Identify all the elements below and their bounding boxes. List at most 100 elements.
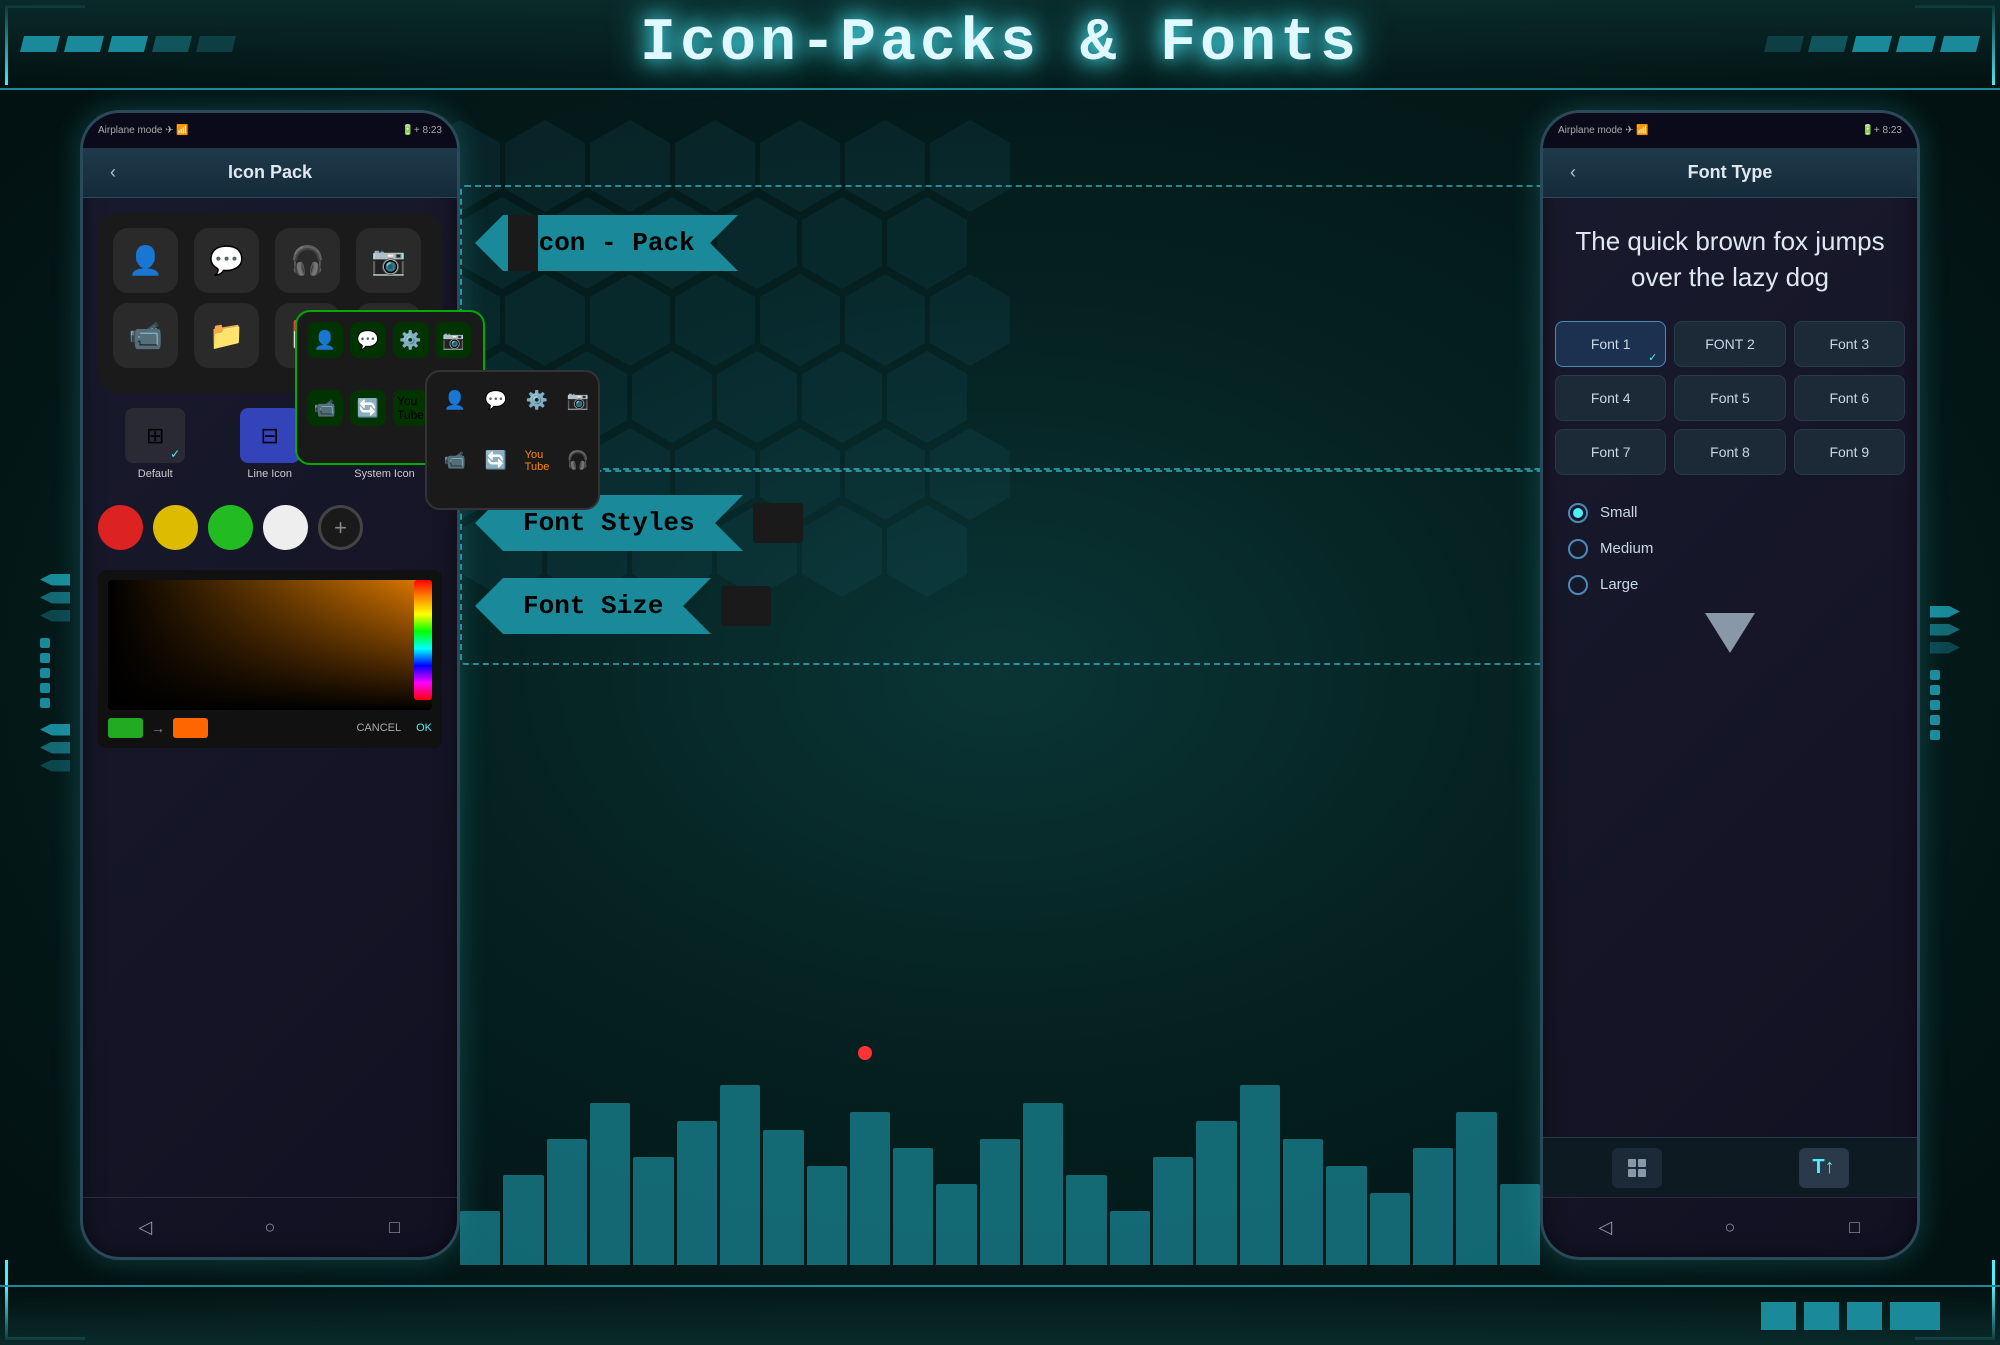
- font-btn-2[interactable]: FONT 2: [1674, 321, 1785, 367]
- eq-bar-19: [1240, 1085, 1280, 1265]
- icon-type-line-box: ⊟: [240, 408, 300, 463]
- icon-cell-video[interactable]: 📹: [113, 303, 178, 368]
- status-right-phone-left: Airplane mode ✈ 📶: [1558, 125, 1649, 136]
- default-label: Default: [138, 468, 173, 480]
- icon-cell-camera[interactable]: 📷: [356, 228, 421, 293]
- font-btn-5[interactable]: Font 5: [1674, 375, 1785, 421]
- system-label: System Icon: [354, 468, 415, 480]
- popup-icon-o3[interactable]: ⚙️: [519, 382, 555, 418]
- toolbar-grid-btn[interactable]: [1612, 1148, 1662, 1188]
- icon-cell-folder[interactable]: 📁: [194, 303, 259, 368]
- back-button-left[interactable]: ‹: [98, 158, 128, 188]
- toolbar-font-btn[interactable]: T↑: [1799, 1148, 1849, 1188]
- bottom-sq-2: [1804, 1302, 1839, 1330]
- picker-actions: → CANCEL OK: [108, 718, 432, 738]
- phone-right: Airplane mode ✈ 📶 🔋+ 8:23 ‹ Font Type Th…: [1540, 110, 1920, 1260]
- font-btn-8[interactable]: Font 8: [1674, 429, 1785, 475]
- status-right-phone-right: 🔋+ 8:23: [1861, 125, 1902, 136]
- popup-icon-g6[interactable]: 🔄: [350, 390, 386, 426]
- font-btn-1[interactable]: Font 1 ✓: [1555, 321, 1666, 367]
- main-title: Icon-Packs & Fonts: [640, 10, 1360, 78]
- eq-bar-22: [1370, 1193, 1410, 1265]
- eq-bar-6: [677, 1121, 717, 1265]
- font-btn-6[interactable]: Font 6: [1794, 375, 1905, 421]
- popup-icon-o1[interactable]: 👤: [437, 382, 473, 418]
- font-btn-7[interactable]: Font 7: [1555, 429, 1666, 475]
- icon-cell-headphone[interactable]: 🎧: [275, 228, 340, 293]
- arrow-icon: →: [151, 720, 165, 736]
- nav-back-right[interactable]: ◁: [1588, 1210, 1623, 1245]
- top-border: Icon-Packs & Fonts: [0, 0, 2000, 90]
- icon-type-default[interactable]: ⊞ ✓ Default: [125, 408, 185, 480]
- icon-type-line[interactable]: ⊟ Line Icon: [240, 408, 300, 480]
- icon-cell-message[interactable]: 💬: [194, 228, 259, 293]
- color-yellow[interactable]: [153, 505, 198, 550]
- popup-icon-g3[interactable]: ⚙️: [393, 322, 429, 358]
- back-button-right[interactable]: ‹: [1558, 158, 1588, 188]
- font-btn-4[interactable]: Font 4: [1555, 375, 1666, 421]
- font-preview-text: The quick brown fox jumps over the lazy …: [1543, 198, 1917, 321]
- icon-type-default-box: ⊞ ✓: [125, 408, 185, 463]
- color-gradient[interactable]: [108, 580, 432, 710]
- popup-icon-g1[interactable]: 👤: [307, 322, 343, 358]
- font-btn-9[interactable]: Font 9: [1794, 429, 1905, 475]
- side-decoration-left: [40, 574, 70, 772]
- phone-left-nav: ◁ ○ □: [83, 1197, 457, 1257]
- nav-home-right[interactable]: ○: [1712, 1210, 1747, 1245]
- nav-back-left[interactable]: ◁: [128, 1210, 163, 1245]
- cancel-button[interactable]: CANCEL: [356, 722, 401, 734]
- status-right-info: 🔋+ 8:23: [401, 125, 442, 136]
- add-color-button[interactable]: +: [318, 505, 363, 550]
- popup-icon-g2[interactable]: 💬: [350, 322, 386, 358]
- popup-icon-o4[interactable]: 📷: [560, 382, 596, 418]
- color-white[interactable]: [263, 505, 308, 550]
- eq-bar-12: [936, 1184, 976, 1265]
- ok-button[interactable]: OK: [416, 722, 432, 734]
- popup-icon-o2[interactable]: 💬: [478, 382, 514, 418]
- nav-recent-right[interactable]: □: [1837, 1210, 1872, 1245]
- eq-bar-2: [503, 1175, 543, 1265]
- radio-large-label: Large: [1600, 576, 1638, 593]
- status-left-info: Airplane mode ✈ 📶: [98, 125, 189, 136]
- nav-home-left[interactable]: ○: [252, 1210, 287, 1245]
- eq-bar-16: [1110, 1211, 1150, 1265]
- eq-bar-9: [807, 1166, 847, 1265]
- phone-left-header: ‹ Icon Pack: [83, 148, 457, 198]
- popup-icon-g5[interactable]: 📹: [307, 390, 343, 426]
- phone-right-nav: ◁ ○ □: [1543, 1197, 1917, 1257]
- popup-icon-o8[interactable]: 🎧: [560, 443, 596, 479]
- radio-small[interactable]: Small: [1568, 495, 1892, 531]
- color-red[interactable]: [98, 505, 143, 550]
- nav-recent-left[interactable]: □: [377, 1210, 412, 1245]
- font-btn-3[interactable]: Font 3: [1794, 321, 1905, 367]
- color-palette: +: [83, 495, 457, 560]
- radio-small-label: Small: [1600, 504, 1638, 521]
- radio-medium-label: Medium: [1600, 540, 1653, 557]
- equalizer-bars: [460, 1085, 1540, 1265]
- eq-bar-14: [1023, 1103, 1063, 1265]
- eq-bar-8: [763, 1130, 803, 1265]
- phone-right-toolbar: T↑: [1543, 1137, 1917, 1197]
- radio-large[interactable]: Large: [1568, 567, 1892, 603]
- phone-right-status: Airplane mode ✈ 📶 🔋+ 8:23: [1543, 113, 1917, 148]
- eq-bar-10: [850, 1112, 890, 1265]
- bottom-sq-1: [1761, 1302, 1796, 1330]
- eq-bar-25: [1500, 1184, 1540, 1265]
- popup-icon-o6[interactable]: 🔄: [478, 443, 514, 479]
- dashed-box-top: [460, 185, 1550, 470]
- eq-bar-5: [633, 1157, 673, 1265]
- color-spectrum[interactable]: [414, 580, 432, 700]
- popup-icon-o5[interactable]: 📹: [437, 443, 473, 479]
- dashed-box-bottom: [460, 470, 1550, 665]
- popup-icon-o7[interactable]: YouTube: [519, 443, 555, 479]
- radio-medium[interactable]: Medium: [1568, 531, 1892, 567]
- radio-small-circle: [1568, 503, 1588, 523]
- color-green[interactable]: [208, 505, 253, 550]
- popup-icon-g7[interactable]: YouTube: [393, 390, 429, 426]
- eq-bar-20: [1283, 1139, 1323, 1265]
- popup-icon-g4[interactable]: 📷: [435, 322, 471, 358]
- red-indicator-dot: [858, 1046, 872, 1060]
- icon-cell-contact[interactable]: 👤: [113, 228, 178, 293]
- border-pattern-right: [1764, 36, 1980, 52]
- eq-bar-11: [893, 1148, 933, 1265]
